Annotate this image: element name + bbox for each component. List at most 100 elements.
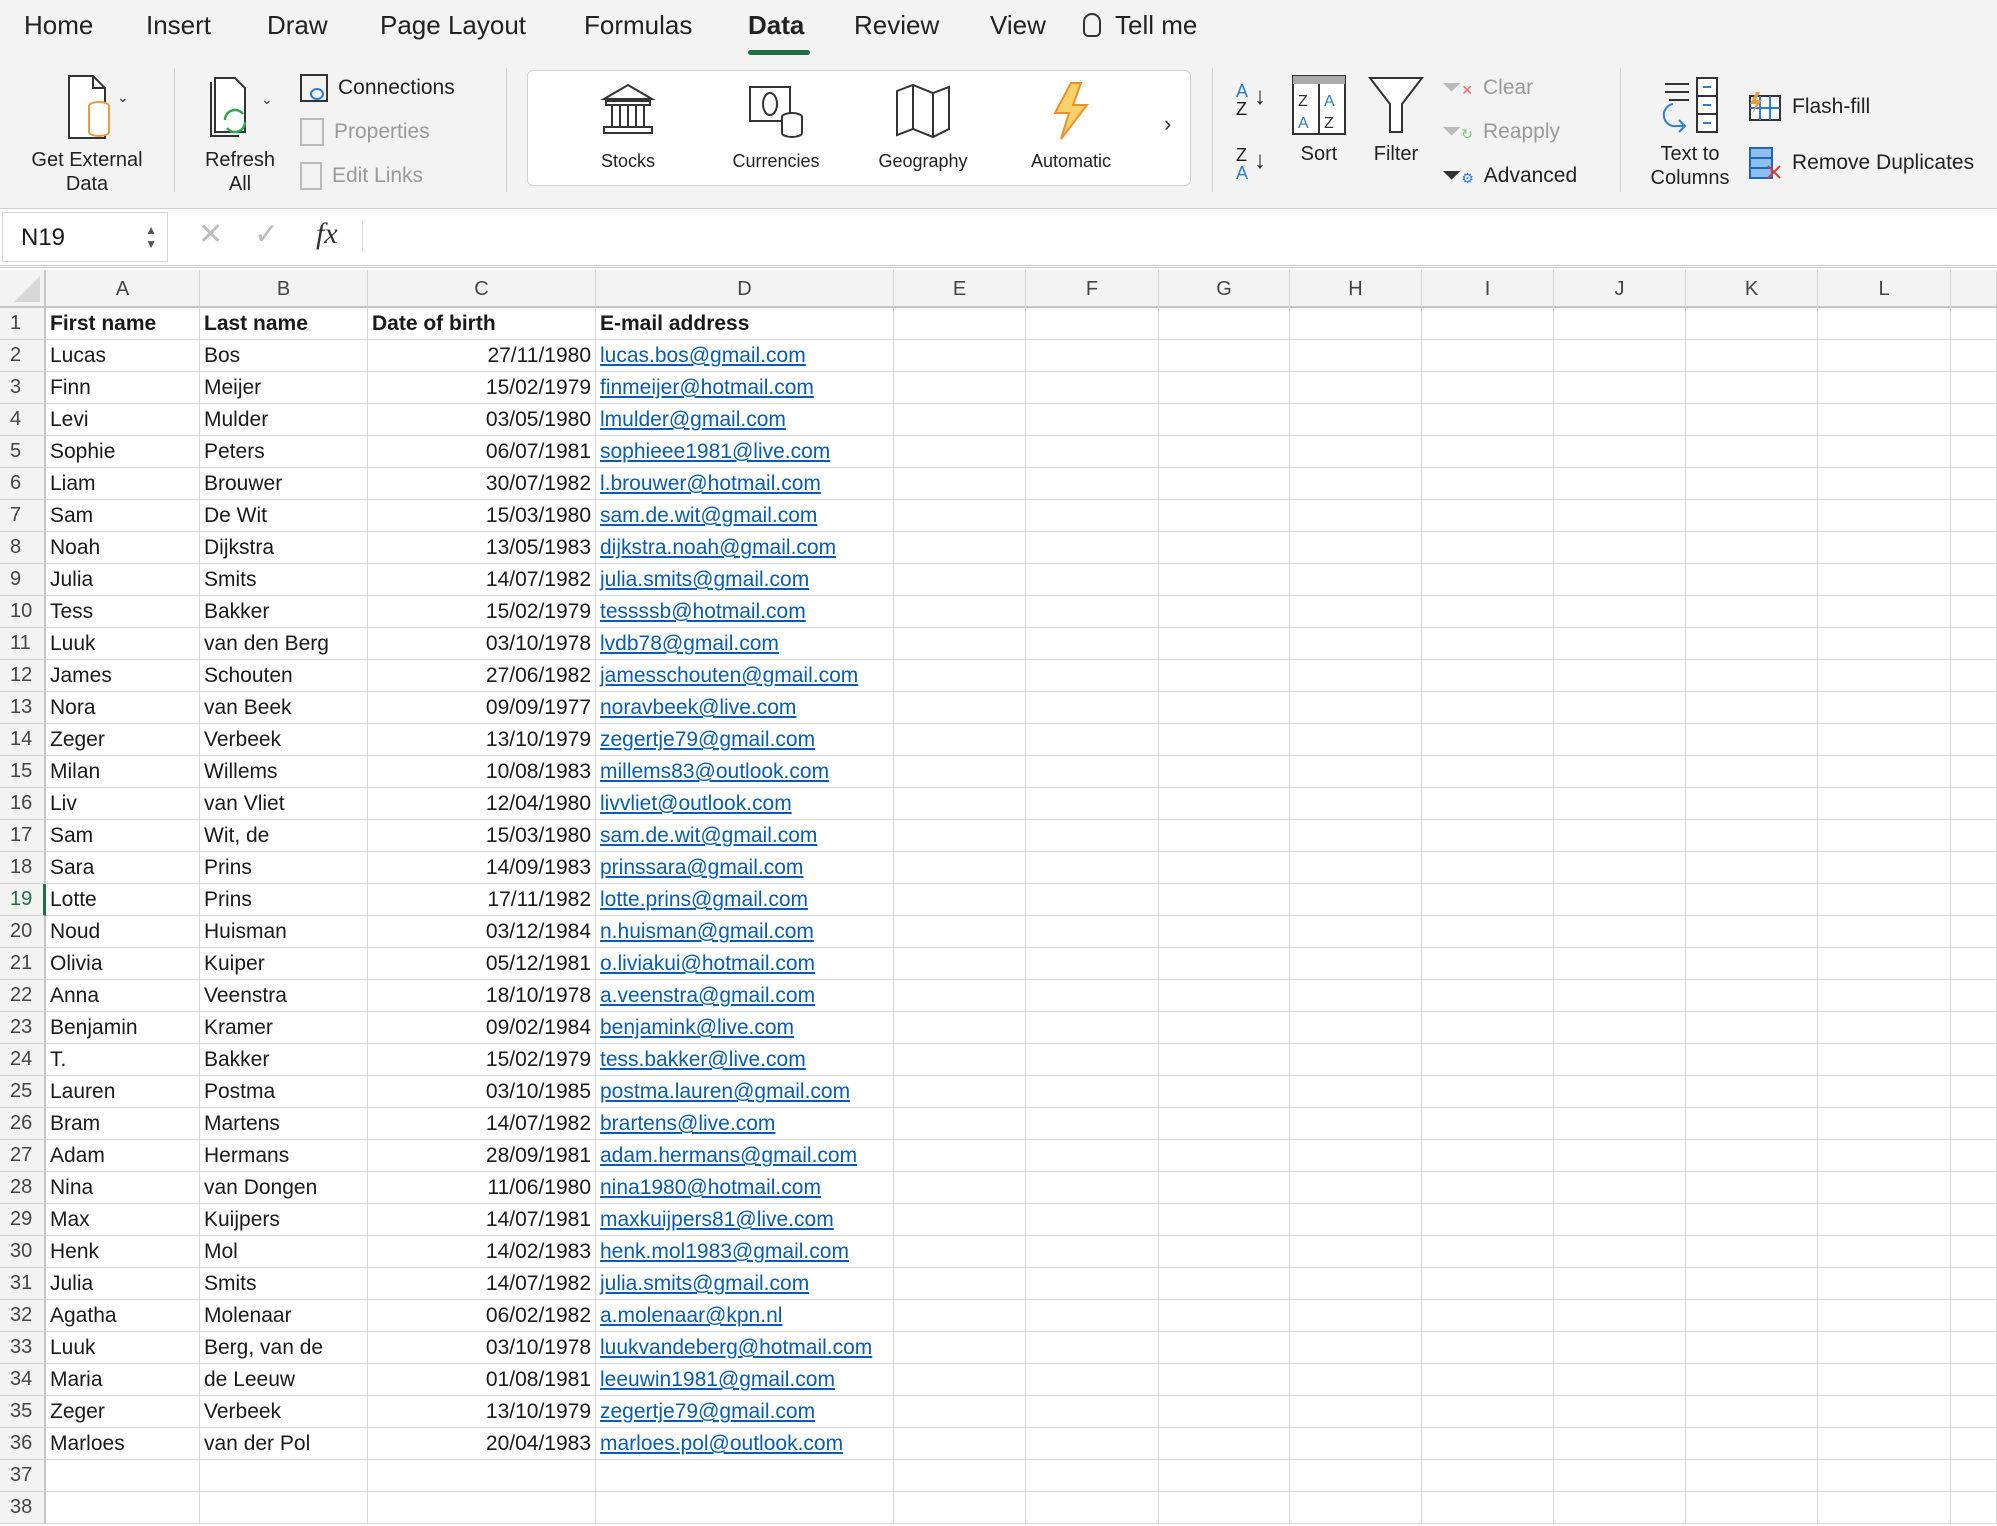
first-name-cell[interactable] — [46, 1460, 200, 1492]
date-of-birth-cell[interactable]: 20/04/1983 — [368, 1428, 596, 1460]
empty-cell[interactable] — [1554, 1492, 1686, 1524]
email-link[interactable]: a.molenaar@kpn.nl — [600, 1304, 782, 1327]
empty-cell[interactable] — [1159, 884, 1290, 916]
empty-cell[interactable] — [1686, 852, 1818, 884]
empty-cell[interactable] — [1422, 372, 1554, 404]
row-header[interactable]: 12 — [0, 660, 46, 692]
empty-cell[interactable] — [894, 852, 1026, 884]
empty-cell[interactable] — [1026, 916, 1159, 948]
empty-cell[interactable] — [1422, 820, 1554, 852]
empty-cell[interactable] — [894, 1428, 1026, 1460]
empty-cell[interactable] — [1818, 1236, 1951, 1268]
email-link[interactable]: zegertje79@gmail.com — [600, 728, 815, 751]
empty-cell[interactable] — [1554, 884, 1686, 916]
empty-cell[interactable] — [1159, 1012, 1290, 1044]
empty-cell[interactable] — [1026, 1428, 1159, 1460]
empty-cell[interactable] — [1159, 1364, 1290, 1396]
empty-cell[interactable] — [1818, 820, 1951, 852]
email-link[interactable]: benjamink@live.com — [600, 1016, 794, 1039]
empty-cell[interactable] — [1951, 308, 1997, 340]
empty-cell[interactable] — [1026, 1268, 1159, 1300]
email-link[interactable]: sophieee1981@live.com — [600, 440, 830, 463]
last-name-cell[interactable]: Meijer — [200, 372, 368, 404]
empty-cell[interactable] — [1554, 1332, 1686, 1364]
empty-cell[interactable] — [1818, 756, 1951, 788]
empty-cell[interactable] — [1026, 1108, 1159, 1140]
empty-cell[interactable] — [1951, 1364, 1997, 1396]
empty-cell[interactable] — [1818, 980, 1951, 1012]
empty-cell[interactable] — [1422, 660, 1554, 692]
column-header-f[interactable]: F — [1026, 270, 1159, 308]
empty-cell[interactable] — [1026, 1172, 1159, 1204]
flash-fill-button[interactable]: Flash-fill — [1748, 92, 1870, 122]
enter-icon[interactable]: ✓ — [254, 217, 279, 252]
empty-cell[interactable] — [1951, 1236, 1997, 1268]
clear-filter-button[interactable]: ⏷✕ Clear — [1442, 74, 1533, 102]
refresh-all-button[interactable]: ⌄ Refresh All — [190, 72, 290, 196]
last-name-cell[interactable]: Last name — [200, 308, 368, 340]
empty-cell[interactable] — [1818, 1268, 1951, 1300]
date-of-birth-cell[interactable]: 13/10/1979 — [368, 1396, 596, 1428]
tab-formulas[interactable]: Formulas — [584, 10, 692, 41]
empty-cell[interactable] — [1159, 1396, 1290, 1428]
row-header[interactable]: 32 — [0, 1300, 46, 1332]
empty-cell[interactable] — [894, 1012, 1026, 1044]
row-header[interactable]: 29 — [0, 1204, 46, 1236]
row-header[interactable]: 34 — [0, 1364, 46, 1396]
empty-cell[interactable] — [894, 660, 1026, 692]
empty-cell[interactable] — [1951, 1012, 1997, 1044]
date-of-birth-cell[interactable]: 03/10/1985 — [368, 1076, 596, 1108]
empty-cell[interactable] — [1422, 1076, 1554, 1108]
empty-cell[interactable] — [1159, 1108, 1290, 1140]
empty-cell[interactable] — [894, 1236, 1026, 1268]
empty-cell[interactable] — [1026, 756, 1159, 788]
empty-cell[interactable] — [1554, 1076, 1686, 1108]
first-name-cell[interactable]: Levi — [46, 404, 200, 436]
first-name-cell[interactable]: James — [46, 660, 200, 692]
email-link[interactable]: millems83@outlook.com — [600, 760, 829, 783]
column-header-c[interactable]: C — [368, 270, 596, 308]
date-of-birth-cell[interactable]: 06/02/1982 — [368, 1300, 596, 1332]
empty-cell[interactable] — [1026, 724, 1159, 756]
empty-cell[interactable] — [894, 532, 1026, 564]
empty-cell[interactable] — [1290, 1076, 1422, 1108]
empty-cell[interactable] — [1026, 1012, 1159, 1044]
empty-cell[interactable] — [1686, 308, 1818, 340]
date-of-birth-cell[interactable]: 27/06/1982 — [368, 660, 596, 692]
email-cell[interactable]: benjamink@live.com — [596, 1012, 894, 1044]
email-link[interactable]: prinssara@gmail.com — [600, 856, 803, 879]
empty-cell[interactable] — [1422, 1300, 1554, 1332]
empty-cell[interactable] — [1026, 340, 1159, 372]
date-of-birth-cell[interactable]: 27/11/1980 — [368, 340, 596, 372]
row-header[interactable]: 37 — [0, 1460, 46, 1492]
empty-cell[interactable] — [1026, 628, 1159, 660]
empty-cell[interactable] — [1818, 916, 1951, 948]
empty-cell[interactable] — [1686, 404, 1818, 436]
empty-cell[interactable] — [1159, 820, 1290, 852]
empty-cell[interactable] — [1290, 564, 1422, 596]
empty-cell[interactable] — [1686, 1012, 1818, 1044]
empty-cell[interactable] — [1686, 564, 1818, 596]
date-of-birth-cell[interactable]: 03/05/1980 — [368, 404, 596, 436]
column-header-j[interactable]: J — [1554, 270, 1686, 308]
first-name-cell[interactable]: Sara — [46, 852, 200, 884]
first-name-cell[interactable]: Luuk — [46, 628, 200, 660]
empty-cell[interactable] — [1686, 1172, 1818, 1204]
row-header[interactable]: 1 — [0, 308, 46, 340]
date-of-birth-cell[interactable]: 17/11/1982 — [368, 884, 596, 916]
empty-cell[interactable] — [1554, 404, 1686, 436]
empty-cell[interactable] — [1554, 1204, 1686, 1236]
empty-cell[interactable] — [1290, 660, 1422, 692]
connections-button[interactable]: Connections — [300, 74, 455, 102]
empty-cell[interactable] — [894, 340, 1026, 372]
empty-cell[interactable] — [1951, 1172, 1997, 1204]
column-header-b[interactable]: B — [200, 270, 368, 308]
last-name-cell[interactable]: Smits — [200, 1268, 368, 1300]
empty-cell[interactable] — [1159, 500, 1290, 532]
empty-cell[interactable] — [1422, 1268, 1554, 1300]
empty-cell[interactable] — [1818, 1044, 1951, 1076]
email-cell[interactable]: lotte.prins@gmail.com — [596, 884, 894, 916]
email-cell[interactable]: nina1980@hotmail.com — [596, 1172, 894, 1204]
empty-cell[interactable] — [1818, 1300, 1951, 1332]
empty-cell[interactable] — [1554, 852, 1686, 884]
